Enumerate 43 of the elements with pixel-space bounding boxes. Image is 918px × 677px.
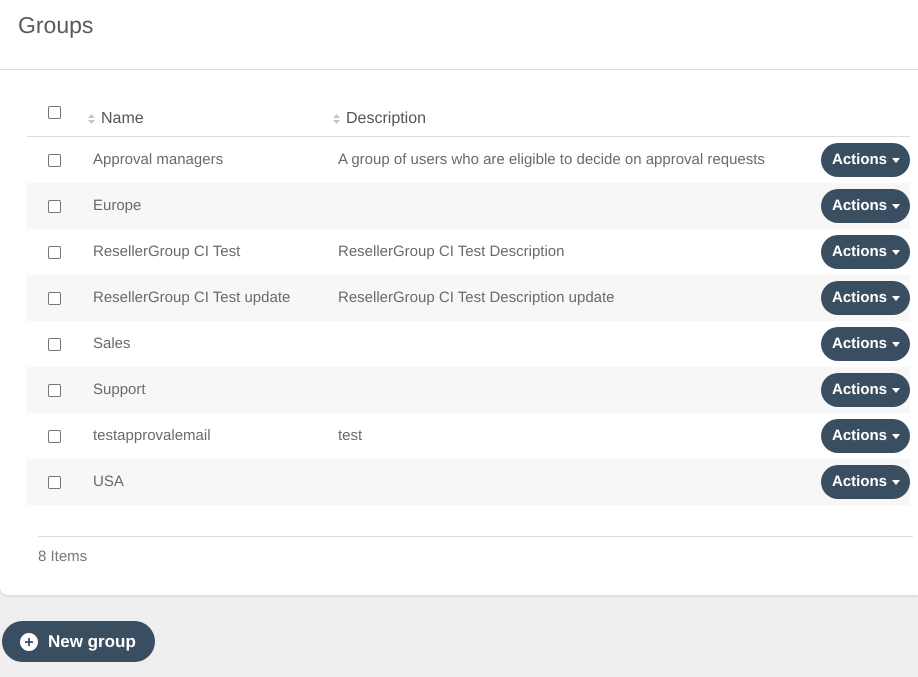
checkbox[interactable] [48,430,61,442]
item-count: 8 Items [38,547,88,567]
caret-icon [892,480,900,484]
checkbox[interactable] [48,106,61,119]
plus-circle-icon [20,632,38,650]
caret-icon [892,204,900,208]
group-description: A group of users who are eligible to decide on approval requests [338,150,765,170]
actions-button[interactable]: Actions [820,419,910,453]
group-name: ResellerGroup CI Test update [93,288,290,308]
actions-button[interactable]: Actions [820,373,910,407]
checkbox[interactable] [48,338,61,350]
checkbox[interactable] [48,154,61,166]
caret-icon [892,434,900,438]
checkbox[interactable] [48,246,61,258]
checkbox[interactable] [48,384,61,396]
group-name: testapprovalemail [93,426,211,446]
group-name: USA [93,472,124,492]
actions-button[interactable]: Actions [820,189,910,223]
group-description: test [338,426,362,446]
group-name: ResellerGroup CI Test [93,242,240,262]
caret-icon [892,250,900,254]
group-description: ResellerGroup CI Test Description update [338,288,615,308]
caret-icon [892,342,900,346]
group-description: ResellerGroup CI Test Description [338,242,564,262]
column-header[interactable]: Description [333,103,426,129]
actions-button[interactable]: Actions [820,235,910,269]
actions-button[interactable]: Actions [820,143,910,177]
group-name: Support [93,380,146,400]
actions-button[interactable]: Actions [820,465,910,499]
group-name: Sales [93,334,131,354]
group-name: Approval managers [93,150,224,170]
new-group-button[interactable]: New group [2,621,155,662]
checkbox[interactable] [48,292,61,304]
group-name: Europe [93,196,142,216]
checkbox[interactable] [48,200,61,212]
page-title: Groups [18,11,94,39]
caret-icon [892,388,900,392]
caret-icon [892,158,900,162]
actions-button[interactable]: Actions [820,327,910,361]
actions-button[interactable]: Actions [820,281,910,315]
caret-icon [892,296,900,300]
column-header[interactable]: Name [88,103,144,129]
checkbox[interactable] [48,476,61,488]
